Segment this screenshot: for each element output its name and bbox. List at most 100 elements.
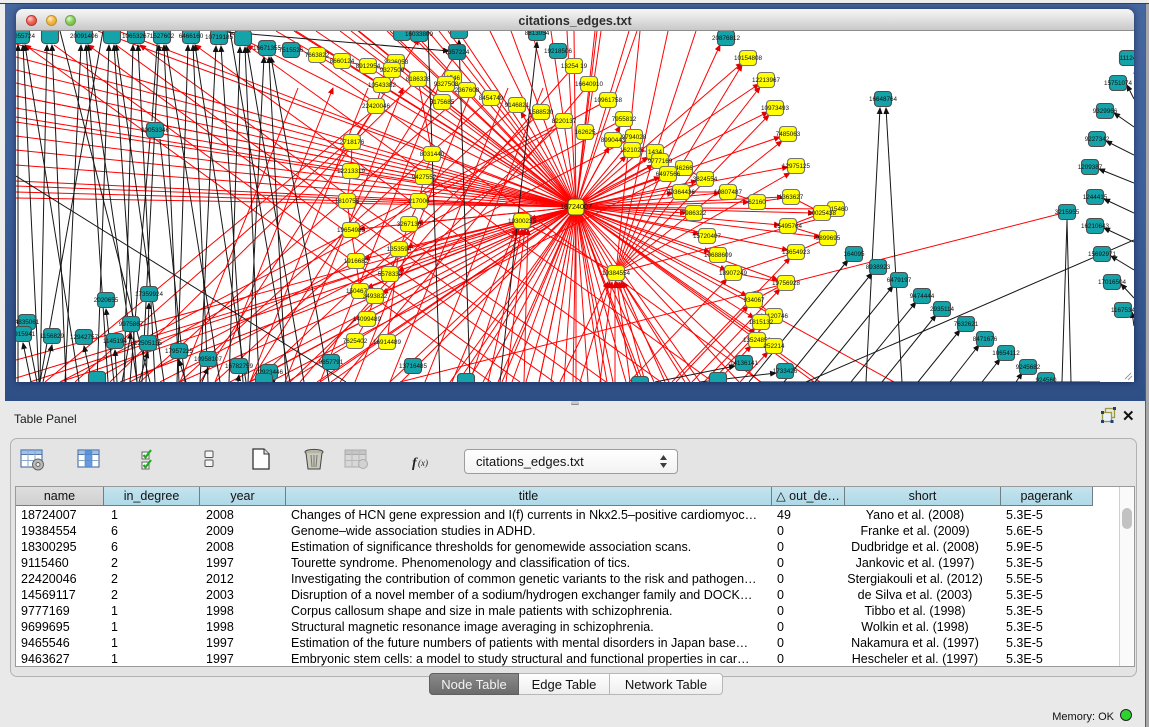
svg-text:15751074: 15751074: [1104, 80, 1133, 87]
svg-text:15692971: 15692971: [1088, 251, 1117, 258]
svg-text:7515526: 7515526: [279, 47, 304, 54]
svg-text:1209387: 1209387: [1078, 164, 1103, 171]
svg-text:9777169: 9777169: [648, 158, 673, 165]
svg-text:7625402: 7625402: [343, 338, 368, 345]
svg-text:19218506: 19218506: [544, 48, 573, 55]
svg-text:(x): (x): [418, 458, 428, 468]
svg-text:5578334: 5578334: [378, 271, 403, 278]
svg-text:1244415: 1244415: [1083, 194, 1108, 201]
svg-text:16033809: 16033809: [405, 31, 434, 38]
svg-text:19300235: 19300235: [508, 218, 537, 225]
svg-text:7357224: 7357224: [445, 49, 470, 56]
svg-text:9857791: 9857791: [319, 359, 344, 366]
svg-text:6497566: 6497566: [656, 171, 681, 178]
svg-text:10973493: 10973493: [761, 105, 790, 112]
svg-text:10807487: 10807487: [714, 189, 743, 196]
svg-text:22420046: 22420046: [362, 103, 391, 110]
svg-text:9899695: 9899695: [816, 235, 841, 242]
svg-text:12213319: 12213319: [337, 168, 366, 175]
svg-text:17957225: 17957225: [165, 348, 194, 355]
svg-text:2935114: 2935114: [930, 306, 955, 313]
svg-text:1363627: 1363627: [779, 194, 804, 201]
svg-text:1167534: 1167534: [1111, 307, 1134, 314]
svg-text:19654985: 19654985: [337, 227, 366, 234]
svg-text:3824554: 3824554: [693, 176, 718, 183]
svg-text:3915941: 3915941: [16, 331, 36, 338]
svg-text:1145194: 1145194: [103, 338, 128, 345]
svg-text:13254 19: 13254 19: [561, 63, 588, 70]
svg-text:17016504: 17016504: [1098, 279, 1127, 286]
svg-text:924560: 924560: [1035, 377, 1057, 382]
svg-text:2367608: 2367608: [455, 87, 480, 94]
svg-text:1621025: 1621025: [620, 147, 645, 154]
svg-text:10654112: 10654112: [992, 350, 1020, 357]
svg-text:8031440: 8031440: [420, 151, 445, 158]
svg-text:16782759: 16782759: [225, 363, 254, 370]
svg-text:10543382: 10543382: [368, 82, 397, 89]
svg-text:15495764: 15495764: [774, 223, 803, 230]
svg-text:8471676: 8471676: [973, 336, 998, 343]
svg-text:14099489: 14099489: [353, 316, 382, 323]
svg-text:7485063: 7485063: [776, 131, 801, 138]
svg-text:13654923: 13654923: [782, 249, 811, 256]
svg-text:14136141: 14136141: [730, 360, 759, 367]
svg-text:9146821: 9146821: [505, 102, 530, 109]
svg-text:6479197: 6479197: [887, 277, 912, 284]
svg-text:3215955: 3215955: [1055, 209, 1080, 216]
svg-text:4835061: 4835061: [16, 319, 40, 326]
svg-text:10653267: 10653267: [122, 33, 151, 40]
svg-text:20091406: 20091406: [70, 33, 99, 40]
svg-text:15720407: 15720407: [693, 233, 722, 240]
svg-text:12213967: 12213967: [752, 77, 781, 84]
svg-text:10719185: 10719185: [205, 34, 234, 41]
svg-text:18907249: 18907249: [719, 270, 748, 277]
svg-text:24055724: 24055724: [16, 33, 35, 40]
svg-text:9245682: 9245682: [1016, 364, 1041, 371]
svg-text:3267130: 3267130: [397, 221, 422, 228]
svg-text:10025438: 10025438: [808, 210, 837, 217]
svg-text:10961758: 10961758: [594, 97, 623, 104]
svg-text:9794028: 9794028: [622, 134, 647, 141]
svg-text:19384554: 19384554: [602, 270, 631, 277]
svg-text:12505135: 12505135: [134, 340, 163, 347]
svg-text:1353594: 1353594: [387, 246, 412, 253]
svg-text:8912954: 8912954: [356, 63, 381, 70]
svg-text:1527602: 1527602: [150, 33, 175, 40]
svg-text:7632621: 7632621: [954, 321, 979, 328]
svg-text:19756928: 19756928: [772, 280, 801, 287]
svg-text:8813054: 8813054: [525, 31, 550, 37]
svg-text:8186328: 8186328: [406, 76, 431, 83]
svg-text:12942757: 12942757: [70, 334, 99, 341]
svg-text:62160: 62160: [748, 199, 766, 206]
svg-text:7986322: 7986322: [682, 210, 707, 217]
svg-text:9427552: 9427552: [412, 174, 437, 181]
svg-text:8660124: 8660124: [330, 58, 355, 65]
svg-text:9474444: 9474444: [910, 293, 935, 300]
svg-text:3493822: 3493822: [363, 293, 388, 300]
svg-text:9227342: 9227342: [1085, 136, 1110, 143]
svg-text:9329966: 9329966: [1093, 108, 1118, 115]
svg-text:7955812: 7955812: [612, 116, 637, 123]
svg-text:8454749: 8454749: [479, 95, 504, 102]
svg-text:1815132: 1815132: [749, 319, 774, 326]
svg-text:7663822: 7663822: [305, 52, 330, 59]
svg-text:1588520: 1588520: [529, 109, 554, 116]
svg-text:8220137: 8220137: [552, 118, 577, 125]
svg-text:934067: 934067: [743, 297, 765, 304]
svg-text:18724007: 18724007: [560, 202, 592, 211]
svg-text:16671355: 16671355: [253, 45, 282, 52]
svg-text:16210643: 16210643: [1081, 223, 1110, 230]
svg-text:10958107: 10958107: [194, 356, 223, 363]
svg-text:16648764: 16648764: [869, 96, 898, 103]
svg-text:16914489: 16914489: [373, 339, 402, 346]
svg-text:11124: 11124: [1120, 55, 1134, 62]
svg-text:16640910: 16640910: [575, 81, 604, 88]
svg-text:10154808: 10154808: [734, 55, 763, 62]
svg-text:20053346: 20053346: [141, 127, 170, 134]
svg-text:2718176: 2718176: [340, 139, 365, 146]
svg-text:20364436: 20364436: [667, 189, 696, 196]
svg-text:1156829: 1156829: [40, 333, 65, 340]
svg-text:1916682: 1916682: [344, 258, 369, 265]
svg-text:164095: 164095: [843, 251, 865, 258]
svg-text:6466160: 6466160: [179, 33, 204, 40]
